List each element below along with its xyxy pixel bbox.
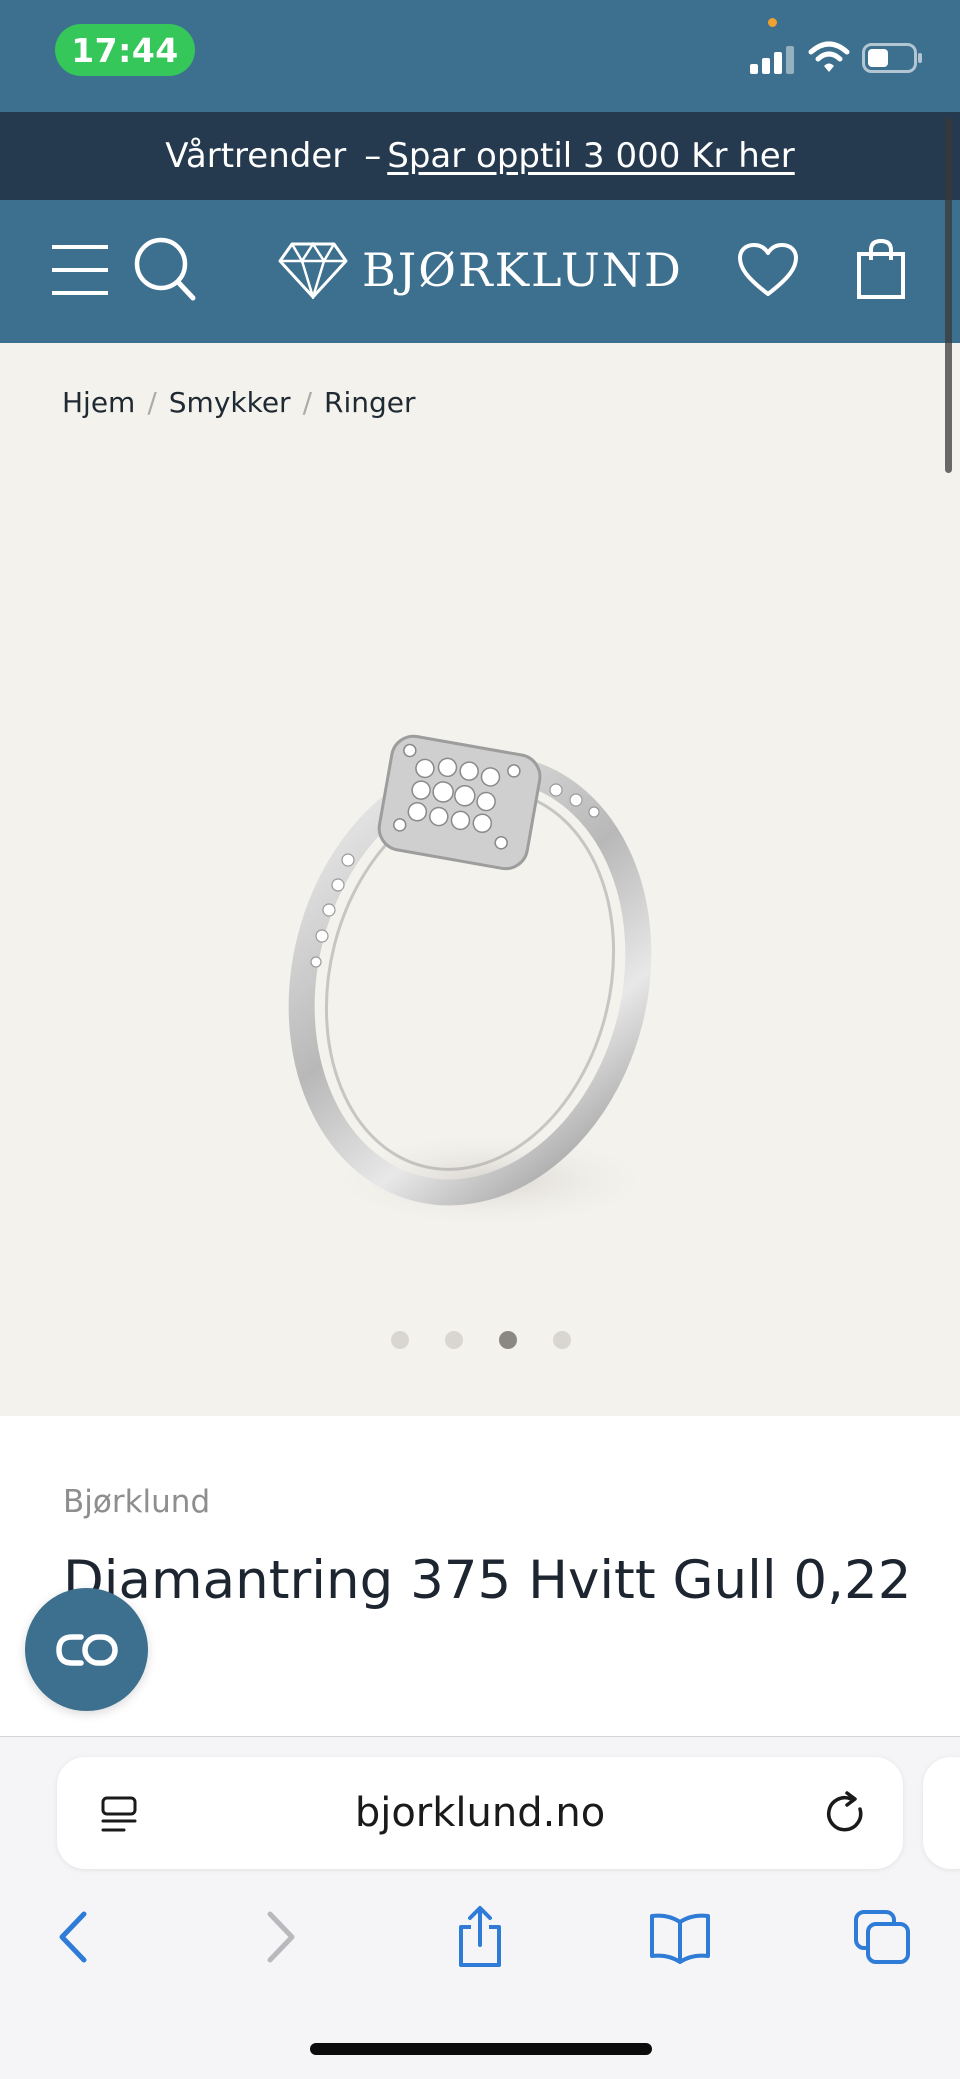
home-indicator[interactable] bbox=[310, 2043, 652, 2055]
brand-name: BJØRKLUND bbox=[362, 243, 683, 297]
breadcrumb-home[interactable]: Hjem bbox=[62, 386, 135, 419]
breadcrumb-smykker[interactable]: Smykker bbox=[169, 386, 291, 419]
chat-button[interactable] bbox=[25, 1588, 148, 1711]
address-bar[interactable]: bjorklund.no bbox=[57, 1757, 903, 1869]
cellular-signal-icon bbox=[750, 46, 794, 74]
diamond-logo-icon bbox=[278, 241, 348, 299]
breadcrumb-ringer[interactable]: Ringer bbox=[324, 386, 416, 419]
chat-link-icon bbox=[55, 1633, 118, 1666]
promo-link[interactable]: Spar opptil 3 000 Kr her bbox=[387, 136, 794, 176]
breadcrumb-separator: / bbox=[147, 386, 157, 419]
url-text: bjorklund.no bbox=[354, 1790, 606, 1836]
page-scrollbar[interactable] bbox=[945, 118, 952, 473]
gallery-pagination bbox=[391, 1331, 571, 1349]
breadcrumb: Hjem / Smykker / Ringer bbox=[62, 386, 416, 419]
status-bar: 17:44 bbox=[0, 0, 960, 112]
share-icon[interactable] bbox=[448, 1905, 512, 1969]
promo-text: Vårtrender bbox=[165, 136, 347, 176]
gallery-dot[interactable] bbox=[553, 1331, 571, 1349]
menu-icon[interactable] bbox=[50, 242, 110, 298]
privacy-indicator-dot bbox=[768, 18, 777, 27]
gallery-dot-active[interactable] bbox=[499, 1331, 517, 1349]
bookmarks-icon[interactable] bbox=[648, 1905, 712, 1969]
tabs-icon[interactable] bbox=[850, 1905, 914, 1969]
shopping-bag-icon[interactable] bbox=[856, 238, 906, 300]
reload-icon[interactable] bbox=[825, 1791, 869, 1837]
back-icon[interactable] bbox=[42, 1905, 106, 1969]
search-icon[interactable] bbox=[133, 236, 197, 302]
product-title: Diamantring 375 Hvitt Gull 0,22 bbox=[63, 1550, 912, 1611]
brand-logo[interactable]: BJØRKLUND bbox=[278, 240, 683, 300]
product-image-ring bbox=[288, 734, 660, 1230]
gallery-dot[interactable] bbox=[445, 1331, 463, 1349]
heart-icon[interactable] bbox=[737, 242, 799, 298]
forward-icon[interactable] bbox=[248, 1905, 312, 1969]
wifi-icon bbox=[808, 41, 850, 72]
breadcrumb-separator: / bbox=[302, 386, 313, 419]
product-brand[interactable]: Bjørklund bbox=[63, 1484, 210, 1520]
battery-icon bbox=[862, 43, 922, 73]
promo-banner: Vårtrender – Spar opptil 3 000 Kr her bbox=[0, 112, 960, 200]
status-time: 17:44 bbox=[55, 24, 195, 76]
next-tab-preview[interactable] bbox=[923, 1757, 960, 1869]
promo-separator: – bbox=[364, 136, 382, 176]
gallery-dot[interactable] bbox=[391, 1331, 409, 1349]
